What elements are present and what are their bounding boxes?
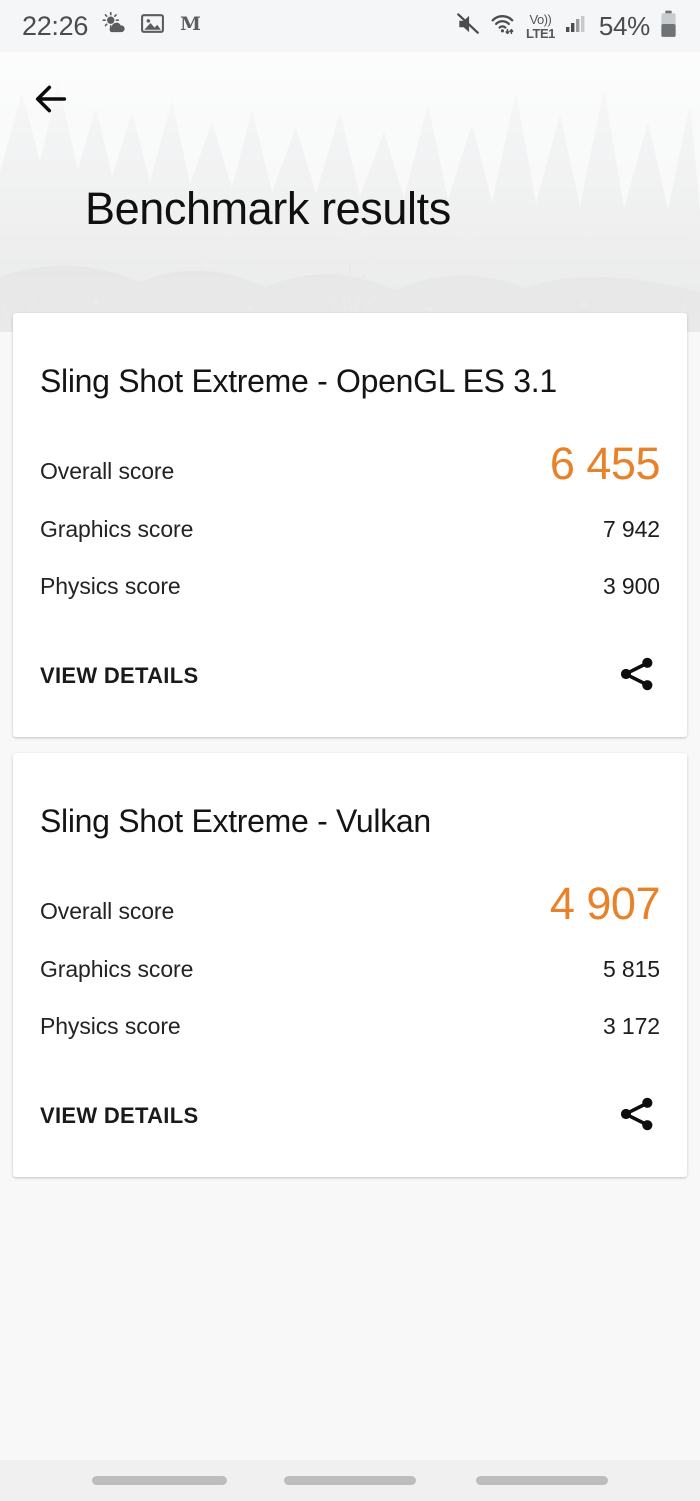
gothic-m-app-icon: M	[178, 11, 203, 41]
battery-icon	[659, 10, 678, 43]
status-clock: 22:26	[22, 10, 89, 41]
status-bar: 22:26 M Vo)) LTE1 54%	[0, 0, 700, 52]
results-card-list: Sling Shot Extreme - OpenGL ES 3.1 Overa…	[0, 313, 700, 1193]
volte-icon: Vo)) LTE1	[526, 13, 555, 40]
share-icon	[617, 1094, 657, 1139]
card-actions: VIEW DETAILS	[40, 653, 660, 737]
physics-score-value: 3 172	[602, 1013, 660, 1040]
page-title: Benchmark results	[85, 183, 451, 234]
volte-bottom-label: LTE1	[526, 25, 555, 41]
view-details-button[interactable]: VIEW DETAILS	[40, 663, 198, 689]
overall-score-label: Overall score	[40, 458, 175, 485]
system-navigation-bar	[0, 1460, 700, 1501]
physics-score-row: Physics score 3 900	[40, 573, 660, 600]
wifi-icon	[490, 11, 517, 42]
physics-score-row: Physics score 3 172	[40, 1013, 660, 1040]
weather-partly-cloudy-icon	[101, 11, 127, 42]
graphics-score-value: 7 942	[602, 516, 660, 543]
overall-score-value: 4 907	[549, 878, 661, 930]
share-icon	[617, 654, 657, 699]
benchmark-result-card[interactable]: Sling Shot Extreme - OpenGL ES 3.1 Overa…	[13, 313, 687, 738]
view-details-button[interactable]: VIEW DETAILS	[40, 1103, 198, 1129]
graphics-score-label: Graphics score	[40, 956, 194, 983]
graphics-score-row: Graphics score 5 815	[40, 956, 660, 983]
cellular-signal-icon	[564, 12, 588, 41]
benchmark-result-card[interactable]: Sling Shot Extreme - Vulkan Overall scor…	[13, 753, 687, 1178]
status-bar-left: 22:26 M	[22, 11, 203, 42]
recents-pill[interactable]	[92, 1476, 227, 1485]
back-pill[interactable]	[476, 1476, 608, 1485]
volte-top-label: Vo))	[529, 11, 552, 27]
overall-score-row: Overall score 4 907	[40, 878, 661, 930]
status-bar-right: Vo)) LTE1 54%	[455, 10, 678, 43]
home-pill[interactable]	[284, 1476, 416, 1485]
back-arrow-icon	[31, 79, 71, 124]
mute-icon	[455, 11, 481, 42]
graphics-score-row: Graphics score 7 942	[40, 516, 660, 543]
svg-text:M: M	[180, 13, 201, 35]
physics-score-label: Physics score	[40, 573, 181, 600]
graphics-score-value: 5 815	[602, 956, 660, 983]
overall-score-row: Overall score 6 455	[40, 438, 661, 490]
image-gallery-icon	[140, 11, 165, 41]
back-button[interactable]	[20, 70, 82, 132]
card-actions: VIEW DETAILS	[40, 1093, 660, 1177]
graphics-score-label: Graphics score	[40, 516, 194, 543]
phone-screen: 22:26 M Vo)) LTE1 54% Benchmark results …	[0, 0, 700, 1501]
physics-score-value: 3 900	[602, 573, 660, 600]
share-button[interactable]	[614, 653, 660, 699]
card-title: Sling Shot Extreme - Vulkan	[40, 803, 431, 840]
share-button[interactable]	[614, 1093, 660, 1139]
card-title: Sling Shot Extreme - OpenGL ES 3.1	[40, 363, 557, 399]
overall-score-label: Overall score	[40, 898, 175, 925]
overall-score-value: 6 455	[549, 438, 661, 490]
hero-header: Benchmark results	[0, 52, 700, 332]
battery-percent-label: 54%	[598, 11, 650, 41]
physics-score-label: Physics score	[40, 1013, 181, 1040]
